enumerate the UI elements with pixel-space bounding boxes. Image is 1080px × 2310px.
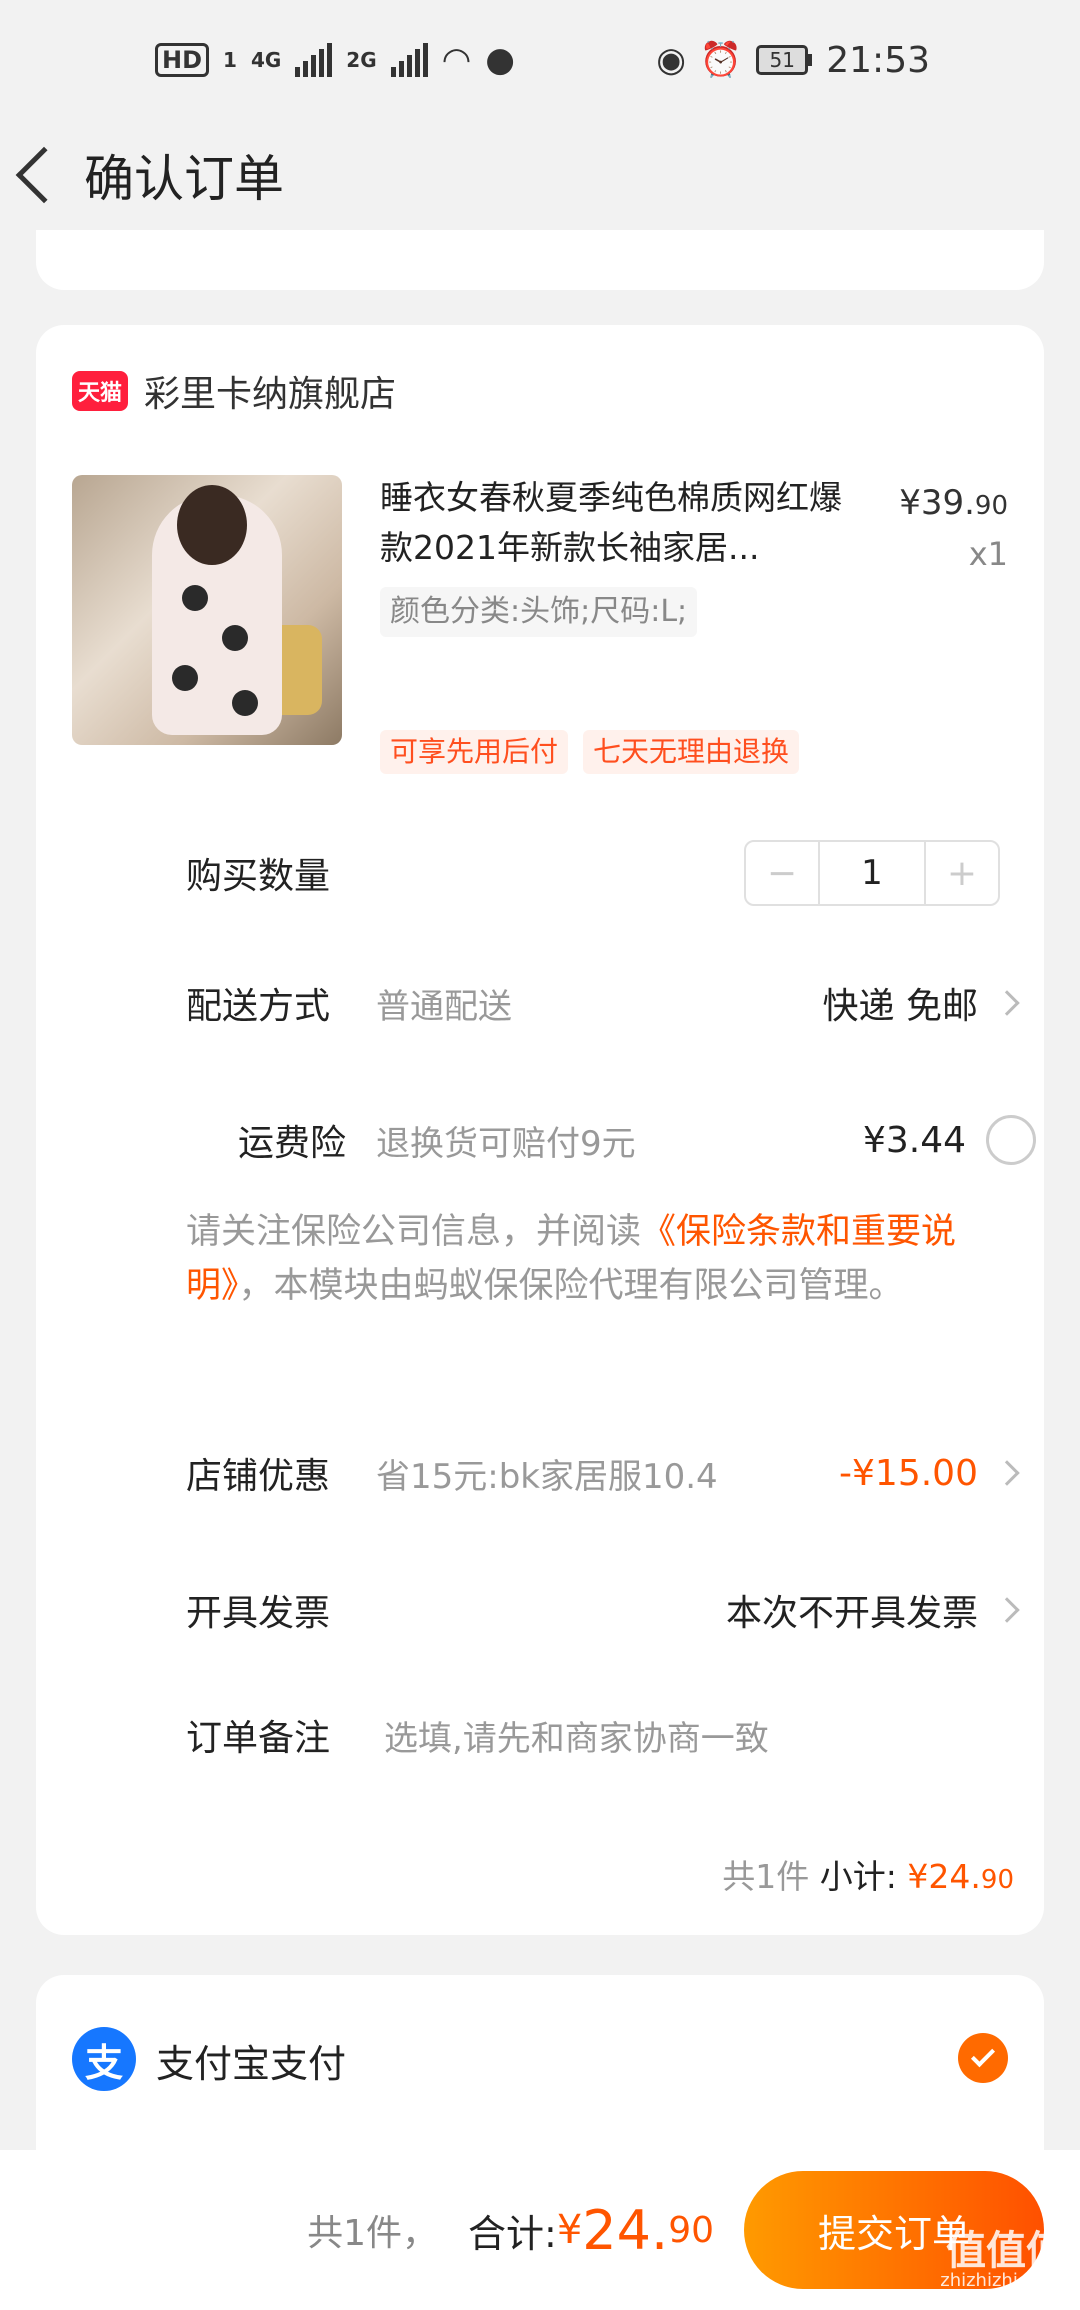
checkmark-icon[interactable] [958,2033,1008,2083]
product-image[interactable] [72,475,342,745]
subtotal-label: 小计: [819,1857,897,1896]
quantity-label: 购买数量 [186,856,331,897]
subtotal: 共1件 小计: ¥24.90 [722,1850,1014,1898]
insurance-notice: 请关注保险公司信息，并阅读《保险条款和重要说明》，本模块由蚂蚁保保险代理有限公司… [186,1212,957,1306]
insurance-label: 运费险 [237,1123,346,1164]
watermark-url: zhizhizhi.com [940,2270,1062,2291]
payment-label: 支付宝支付 [156,2042,347,2086]
status-bar: HD 1 4G 2G ◠ ● ◉ ⏰ 51 21:53 [0,0,1080,120]
insurance-row: 运费险 退换货可赔付9元 ¥3.44 [186,1110,1046,1170]
chevron-right-icon [994,1460,1020,1486]
remark-input[interactable]: 选填,请先和商家协商一致 [376,1711,1046,1760]
clock: 21:53 [826,39,930,81]
product-title[interactable]: 睡衣女春秋夏季纯色棉质网红爆款2021年新款长袖家居... [380,473,850,573]
battery-level: 51 [756,45,809,75]
payment-card[interactable]: 支 支付宝支付 [36,1975,1044,2175]
alipay-icon: 支 [72,2027,136,2091]
delivery-label: 配送方式 [186,986,331,1027]
coupon-value: -¥15.00 [839,1452,978,1494]
product-quantity: x1 [968,535,1008,573]
total-label: 合计: [468,2211,557,2256]
coupon-row[interactable]: 店铺优惠 省15元:bk家居服10.4 -¥15.00 [186,1443,1046,1503]
alarm-icon: ⏰ [699,40,743,80]
coupon-desc: 省15元:bk家居服10.4 [376,1456,718,1497]
invoice-label: 开具发票 [186,1593,331,1634]
status-right: ◉ ⏰ 51 21:53 [656,40,930,81]
wifi-icon: ◠ [441,40,472,80]
tag-pay-later: 可享先用后付 [380,730,569,774]
sim-indicator: 1 [223,48,237,72]
quantity-stepper: − 1 + [744,840,1000,906]
tmall-logo-icon: 天猫 [72,371,128,411]
network-4g-label: 4G [250,48,282,72]
delivery-row[interactable]: 配送方式 普通配送 快递 免邮 [186,973,1046,1033]
total-decimal: 90 [668,2209,714,2251]
delivery-method: 普通配送 [376,986,512,1027]
plus-button[interactable]: + [926,842,998,904]
insurance-price: ¥3.44 [862,1119,966,1161]
invoice-row[interactable]: 开具发票 本次不开具发票 [186,1580,1046,1640]
tag-seven-day-return: 七天无理由退换 [583,730,800,774]
insurance-radio[interactable] [986,1115,1036,1165]
delivery-value: 快递 免邮 [822,986,978,1027]
hd-indicator: HD [155,43,210,77]
battery-icon: 51 [756,45,813,75]
product-price: ¥39.90 [899,483,1008,523]
order-card: 天猫 彩里卡纳旗舰店 睡衣女春秋夏季纯色棉质网红爆款2021年新款长袖家居...… [36,325,1044,1935]
invoice-value: 本次不开具发票 [725,1593,978,1634]
network-2g-label: 2G [346,48,377,72]
eye-icon: ◉ [656,40,686,80]
chevron-right-icon [994,990,1020,1016]
total-count: 共1件， [307,2213,439,2254]
product-sku[interactable]: 颜色分类:头饰;尺码:L; [380,587,698,637]
remark-label: 订单备注 [186,1718,331,1759]
total-amount: 24. [582,2198,669,2262]
minus-button[interactable]: − [746,842,818,904]
signal-icon-2 [390,43,428,77]
chevron-right-icon [994,1597,1020,1623]
message-icon: ● [485,40,515,80]
page-title: 确认订单 [84,150,284,208]
nav-bar: 确认订单 [0,120,1080,230]
previous-card-edge [36,230,1044,290]
total-currency: ¥ [556,2207,583,2253]
subtotal-count: 共1件 [722,1857,810,1896]
coupon-label: 店铺优惠 [186,1456,331,1497]
back-arrow-icon[interactable] [15,146,73,204]
insurance-desc: 退换货可赔付9元 [376,1123,636,1164]
watermark: 值值值 [946,2228,1066,2274]
bottom-bar: 共1件， 合计: ¥ 24. 90 提交订单 [0,2150,1080,2310]
status-left: HD 1 4G 2G ◠ ● [155,40,515,80]
signal-icon [295,43,333,77]
shop-name: 彩里卡纳旗舰店 [144,374,397,415]
subtotal-amount: ¥24.90 [907,1857,1014,1896]
quantity-value[interactable]: 1 [818,842,926,904]
remark-row: 订单备注 选填,请先和商家协商一致 [186,1705,1046,1765]
shop-header[interactable]: 天猫 彩里卡纳旗舰店 [72,365,396,417]
